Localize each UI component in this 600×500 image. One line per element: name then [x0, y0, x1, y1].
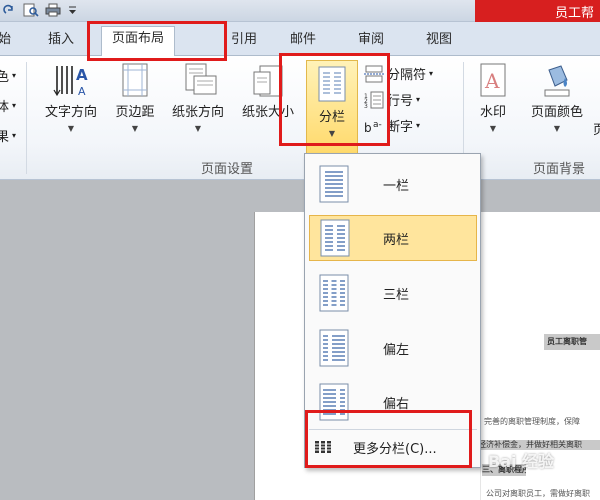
chevron-down-icon: ▼	[553, 124, 561, 133]
svg-text:A: A	[484, 69, 500, 93]
paper-size-icon	[253, 65, 283, 97]
page-borders-button[interactable]: 页	[594, 116, 600, 138]
text-direction-label: 文字方向	[44, 105, 97, 120]
left-column-icon	[319, 329, 349, 367]
svg-text:A: A	[78, 85, 86, 98]
margins-label: 页边距	[115, 105, 155, 120]
redo-icon[interactable]	[0, 2, 18, 18]
customize-qat-icon[interactable]	[66, 2, 78, 18]
watermark-logo: Bai 经验	[488, 452, 555, 471]
menu-separator	[309, 429, 477, 430]
chevron-down-icon: ▼	[131, 124, 139, 133]
tab-view[interactable]: 视图	[426, 28, 452, 54]
three-columns-icon	[319, 274, 349, 312]
watermark-label: 水印	[479, 105, 506, 120]
menu-item-two-columns[interactable]: 两栏	[309, 215, 477, 261]
menu-item-label: 三栏	[383, 287, 410, 303]
menu-item-label: 偏左	[383, 342, 410, 358]
quick-access-toolbar	[0, 1, 78, 19]
chevron-down-icon: ▾	[429, 69, 434, 78]
orientation-button[interactable]: 纸张方向 ▼	[164, 62, 232, 133]
more-columns-icon	[315, 441, 331, 453]
ribbon-tabs: 始 插入 页面布局 引用 邮件 审阅 视图	[0, 22, 600, 57]
size-button[interactable]: 纸张大小	[234, 62, 302, 120]
columns-dropdown-menu: 一栏 两栏 三栏 偏左 偏右 更多分栏(C)...	[304, 153, 481, 468]
margins-icon	[122, 63, 148, 97]
document-text-line: 完善的离职管理制度，保障	[484, 417, 580, 426]
hyphenation-icon: b a-	[364, 120, 382, 135]
window-title: 员工帮	[475, 0, 600, 22]
menu-item-three-columns[interactable]: 三栏	[309, 270, 477, 316]
chevron-down-icon: ▾	[416, 121, 421, 130]
breaks-button[interactable]: 分隔符 ▾	[364, 64, 433, 83]
breaks-icon	[364, 65, 384, 82]
menu-item-right-column[interactable]: 偏右	[309, 379, 477, 425]
theme-effects-button[interactable]: 果 ▾	[0, 126, 16, 145]
chevron-down-icon: ▼	[328, 129, 336, 138]
group-separator	[26, 62, 27, 174]
document-text-line: 公司对离职员工，需做好离职	[486, 489, 590, 498]
tab-mailings[interactable]: 邮件	[290, 28, 316, 54]
more-columns-label: 更多分栏(C)...	[353, 441, 437, 457]
theme-fonts-button[interactable]: 体 ▾	[0, 96, 16, 115]
breaks-label: 分隔符	[387, 68, 427, 83]
svg-text:a-: a-	[373, 120, 382, 130]
svg-text:b: b	[364, 121, 372, 135]
ribbon: 色 ▾ 体 ▾ 果 ▾ A A 文字方向 ▼ 页边距 ▼ 纸张方向 ▼ 纸张大小…	[0, 56, 600, 180]
document-heading: 员工离职管	[544, 334, 600, 350]
theme-colors-button[interactable]: 色 ▾	[0, 66, 16, 85]
chevron-down-icon: ▾	[416, 95, 421, 104]
chevron-down-icon: ▼	[489, 124, 497, 133]
menu-item-label: 一栏	[383, 178, 410, 194]
watermark-icon: A	[480, 63, 506, 97]
chevron-down-icon: ▼	[67, 124, 75, 133]
one-column-icon	[319, 165, 349, 203]
tab-page-layout[interactable]: 页面布局	[101, 26, 176, 57]
svg-text:3: 3	[364, 103, 368, 109]
svg-text:A: A	[76, 66, 88, 84]
watermark-button[interactable]: A 水印 ▼	[470, 62, 516, 133]
tab-insert[interactable]: 插入	[48, 28, 74, 54]
line-numbers-button[interactable]: 1 2 3 行号 ▾	[364, 90, 420, 109]
page-color-label: 页面颜色	[530, 105, 583, 120]
tab-home[interactable]: 始	[0, 28, 11, 54]
chevron-down-icon: ▼	[194, 124, 202, 133]
tab-review[interactable]: 审阅	[358, 28, 384, 54]
paint-bucket-icon	[544, 65, 570, 97]
columns-button[interactable]: 分栏 ▼	[306, 60, 358, 156]
hyphenation-label: 断字	[387, 120, 414, 135]
more-columns-menu-item[interactable]: 更多分栏(C)...	[313, 434, 477, 460]
page-setup-group-label: 页面设置	[201, 162, 254, 177]
menu-item-left-column[interactable]: 偏左	[309, 325, 477, 371]
page-background-group-label: 页面背景	[533, 162, 586, 177]
size-label: 纸张大小	[241, 105, 294, 120]
title-bar: 员工帮	[0, 0, 600, 22]
orientation-label: 纸张方向	[171, 105, 224, 120]
two-columns-icon	[320, 219, 350, 257]
tab-references[interactable]: 引用	[231, 28, 257, 54]
line-numbers-label: 行号	[387, 94, 414, 109]
orientation-icon	[185, 63, 217, 95]
right-column-icon	[319, 383, 349, 421]
columns-icon	[318, 66, 346, 102]
hyphenation-button[interactable]: b a- 断字 ▾	[364, 116, 421, 136]
print-preview-icon[interactable]	[22, 2, 40, 18]
page-color-button[interactable]: 页面颜色 ▼	[522, 62, 592, 133]
text-direction-icon: A A	[53, 66, 88, 98]
menu-item-label: 两栏	[383, 232, 410, 248]
line-numbers-icon: 1 2 3	[364, 91, 384, 109]
menu-item-one-column[interactable]: 一栏	[309, 161, 477, 207]
page-borders-label: 页	[594, 119, 600, 138]
columns-label: 分栏	[318, 110, 345, 125]
menu-item-label: 偏右	[383, 396, 410, 412]
text-direction-button[interactable]: A A 文字方向 ▼	[38, 62, 104, 133]
print-icon[interactable]	[44, 2, 62, 18]
margins-button[interactable]: 页边距 ▼	[107, 62, 163, 133]
